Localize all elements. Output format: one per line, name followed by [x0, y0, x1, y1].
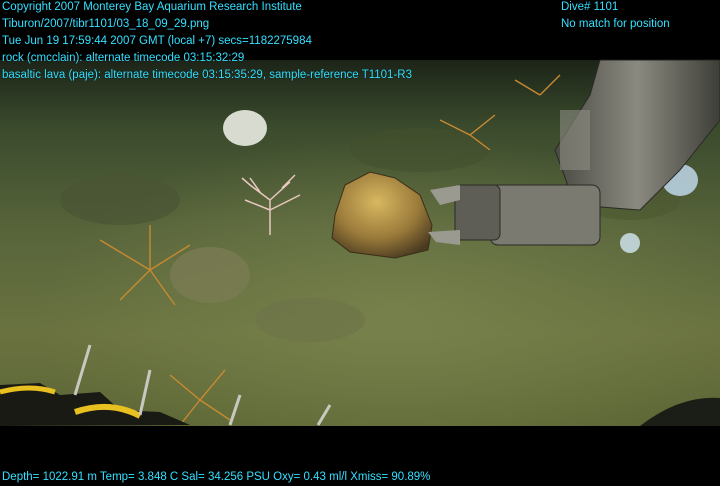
- position-status: No match for position: [561, 18, 670, 30]
- sponge-mound: [170, 247, 250, 303]
- timestamp-line: Tue Jun 19 17:59:44 2007 GMT (local +7) …: [2, 35, 312, 47]
- header-overlay: Copyright 2007 Monterey Bay Aquarium Res…: [2, 0, 412, 84]
- copyright-line: Copyright 2007 Monterey Bay Aquarium Res…: [2, 1, 302, 13]
- dive-overlay: Dive# 1101 No match for position: [561, 0, 670, 33]
- dive-number: Dive# 1101: [561, 1, 619, 13]
- video-frame: Copyright 2007 Monterey Bay Aquarium Res…: [0, 0, 720, 486]
- annotation-basalt-line: basaltic lava (paje): alternate timecode…: [2, 69, 412, 81]
- sensor-readout: Depth= 1022.91 m Temp= 3.848 C Sal= 34.2…: [2, 471, 431, 483]
- white-sponge: [223, 110, 267, 146]
- annotation-rock-line: rock (cmcclain): alternate timecode 03:1…: [2, 52, 245, 64]
- filename-line: Tiburon/2007/tibr1101/03_18_09_29.png: [2, 18, 210, 30]
